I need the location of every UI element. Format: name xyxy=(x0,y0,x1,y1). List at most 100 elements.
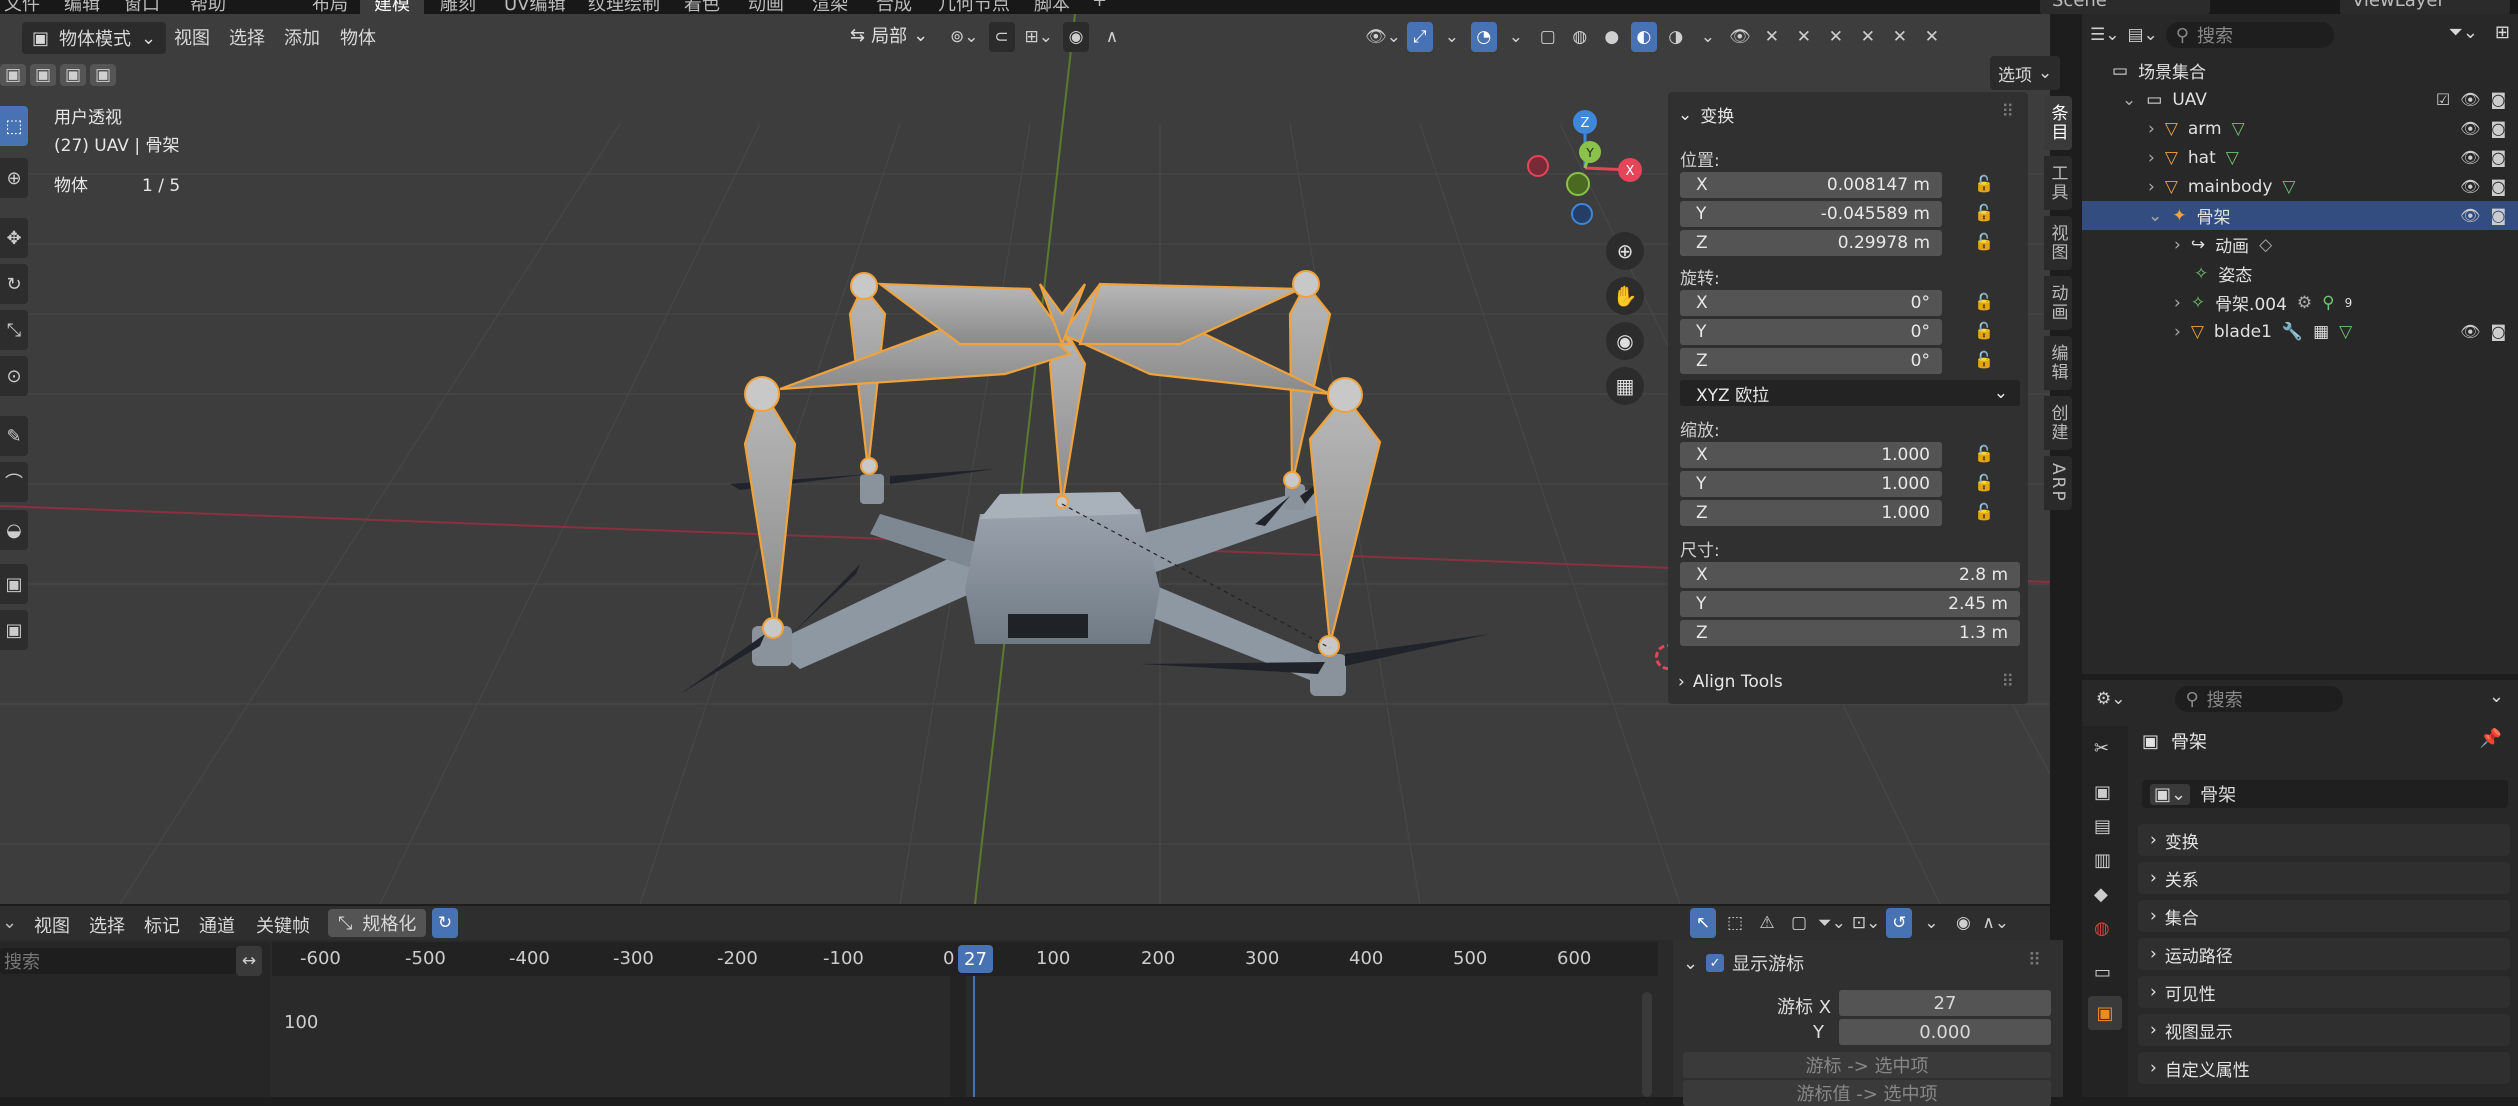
rendered-shading-icon[interactable]: ◑ xyxy=(1663,22,1689,52)
auto-normalize-icon[interactable]: ↻ xyxy=(432,908,458,938)
show-cursor-header[interactable]: ⌄ ✓ 显示游标 xyxy=(1683,950,1804,976)
tab-animation[interactable]: 动画 xyxy=(748,0,784,14)
tab-modeling[interactable]: 建模 xyxy=(360,0,424,14)
render-tab-icon[interactable]: ▣ xyxy=(2094,782,2111,803)
section-visibility[interactable]: › 可见性 xyxy=(2138,976,2510,1008)
align-tools-header[interactable]: › Align Tools xyxy=(1678,672,1783,692)
menu-key[interactable]: 关键帧 xyxy=(242,912,324,938)
proportional-edit-icon[interactable]: ◉ xyxy=(1063,22,1089,52)
chevron-down-icon[interactable]: ⌄ xyxy=(2,912,17,933)
measure-tool[interactable]: ⌒ xyxy=(0,462,28,502)
location-x-field[interactable]: X 0.008147 m xyxy=(1680,172,1942,198)
view-layer-tab-icon[interactable]: ▥ xyxy=(2094,850,2111,871)
proportional-edit-icon[interactable]: ◉ xyxy=(1950,908,1976,938)
transform-section-header[interactable]: ⌄ 变换 xyxy=(1678,102,1734,128)
overlay-menu-icon[interactable]: ⌄ xyxy=(1503,22,1529,52)
output-tab-icon[interactable]: ▤ xyxy=(2094,816,2111,837)
tab-item[interactable]: 条目 xyxy=(2044,96,2072,150)
eye-icon[interactable]: 👁 xyxy=(2460,206,2480,225)
properties-search-input[interactable]: ⚲ 搜索 xyxy=(2175,686,2344,712)
lock-icon[interactable]: 🔓 xyxy=(1974,444,1994,463)
tab-shading[interactable]: 着色 xyxy=(684,0,720,14)
location-y-field[interactable]: Y -0.045589 m xyxy=(1680,201,1942,227)
menu-help[interactable]: 帮助 xyxy=(190,0,226,14)
outliner-item-uav[interactable]: ⌄ ▭ UAV ☑ 👁 ◙ xyxy=(2082,85,2518,114)
rotate-tool[interactable]: ↻ xyxy=(0,264,28,304)
tab-rendering[interactable]: 渲染 xyxy=(812,0,848,14)
select-box-tool[interactable]: ⬚ xyxy=(0,106,28,146)
hide-icon[interactable]: ✕ xyxy=(1919,22,1945,52)
lock-icon[interactable]: 🔓 xyxy=(1974,473,1994,492)
shading-menu-icon[interactable]: ⌄ xyxy=(1695,22,1721,52)
overlay-toggle-icon[interactable]: ◔ xyxy=(1470,22,1497,52)
gizmo-toggle-icon[interactable]: ⤢ xyxy=(1406,22,1433,52)
checkbox-icon[interactable]: ☑ xyxy=(2436,90,2450,109)
ghost-curves-icon[interactable]: ▢ xyxy=(1786,908,1812,938)
eye-icon[interactable]: 👁 xyxy=(2460,90,2480,109)
drag-handle-icon[interactable]: ⠿ xyxy=(2028,950,2041,971)
dimensions-y-field[interactable]: Y 2.45 m xyxy=(1680,591,2020,617)
menu-object[interactable]: 物体 xyxy=(326,24,390,50)
section-motion-paths[interactable]: › 运动路径 xyxy=(2138,938,2510,970)
eye-icon[interactable]: 👁 xyxy=(2460,177,2480,196)
drag-handle-icon[interactable]: ⠿ xyxy=(2002,102,2014,122)
camera-icon[interactable]: ◙ xyxy=(2490,90,2506,109)
frame-ruler[interactable]: -600 -500 -400 -300 -200 -100 0 100 200 … xyxy=(272,942,1658,976)
falloff-icon[interactable]: ∧⌄ xyxy=(1982,908,2009,938)
tool-tab-icon[interactable]: ✂ xyxy=(2094,738,2109,759)
rotation-z-field[interactable]: Z 0° xyxy=(1680,348,1942,374)
transform-orientation[interactable]: ⇆ 局部 ⌄ xyxy=(850,22,928,48)
hide-icon[interactable]: ✕ xyxy=(1887,22,1913,52)
outliner-item-mainbody[interactable]: › ▽ mainbody ▽ 👁 ◙ xyxy=(2082,172,2518,201)
tab-sculpt[interactable]: 雕刻 xyxy=(440,0,476,14)
cursor-x-field[interactable]: 27 xyxy=(1839,990,2051,1016)
ortho-grid-icon[interactable]: ▦ xyxy=(1606,367,1644,405)
editor-type-icon[interactable]: ⚙⌄ xyxy=(2096,684,2125,714)
falloff-icon[interactable]: ∧ xyxy=(1099,22,1125,52)
scale-z-field[interactable]: Z 1.000 xyxy=(1680,500,1942,526)
lock-icon[interactable]: 🔓 xyxy=(1974,292,1994,311)
hide-icon[interactable]: ✕ xyxy=(1823,22,1849,52)
lock-icon[interactable]: 🔓 xyxy=(1974,174,1994,193)
menu-channel[interactable]: 通道 xyxy=(185,912,249,938)
tab-compositing[interactable]: 合成 xyxy=(876,0,912,14)
filter-icon[interactable]: ⏷⌄ xyxy=(1818,908,1846,938)
outliner-item-hat[interactable]: › ▽ hat ▽ 👁 ◙ xyxy=(2082,143,2518,172)
pan-hand-icon[interactable]: ✋ xyxy=(1606,277,1644,315)
menu-file[interactable]: 文件 xyxy=(4,0,40,14)
outliner-item-pose[interactable]: ✧ 姿态 xyxy=(2082,259,2518,288)
navigation-gizmo[interactable]: Z X Y xyxy=(1510,100,1660,240)
playhead-line[interactable] xyxy=(973,976,975,1097)
location-z-field[interactable]: Z 0.29978 m xyxy=(1680,230,1942,256)
cursor-y-field[interactable]: 0.000 xyxy=(1839,1019,2051,1045)
tab-texture-paint[interactable]: 纹理绘制 xyxy=(588,0,660,14)
outliner-search-input[interactable]: ⚲ 搜索 xyxy=(2165,22,2334,48)
scene-tab-icon[interactable]: ◆ xyxy=(2094,884,2108,905)
tab-view[interactable]: 视图 xyxy=(2044,216,2072,270)
material-shading-icon[interactable]: ◐ xyxy=(1630,22,1657,52)
outliner-root[interactable]: ▭ 场景集合 xyxy=(2082,56,2518,85)
rotation-y-field[interactable]: Y 0° xyxy=(1680,319,1942,345)
object-name-field[interactable]: ▣⌄ 骨架 xyxy=(2142,780,2508,808)
cursor-to-selected-button[interactable]: 游标 -> 选中项 xyxy=(1683,1052,2051,1078)
scale-y-field[interactable]: Y 1.000 xyxy=(1680,471,1942,497)
add-primitive-tool[interactable]: ▣ xyxy=(0,564,28,604)
camera-icon[interactable]: ◙ xyxy=(2490,177,2506,196)
rotation-x-field[interactable]: X 0° xyxy=(1680,290,1942,316)
tab-create[interactable]: 创建 xyxy=(2044,396,2072,450)
tab-arp[interactable]: ARP xyxy=(2044,456,2072,510)
snap-target-icon[interactable]: ⊞⌄ xyxy=(1025,22,1054,52)
tab-animation[interactable]: 动画 xyxy=(2044,276,2072,330)
tab-geometry-nodes[interactable]: 几何节点 xyxy=(938,0,1010,14)
section-collections[interactable]: › 集合 xyxy=(2138,900,2510,932)
only-selected-icon[interactable]: ↖ xyxy=(1690,908,1716,938)
outliner-item-blade1[interactable]: › ▽ blade1 🔧 ▦ ▽ 👁 ◙ xyxy=(2082,317,2518,346)
object-type-icon[interactable]: ▣⌄ xyxy=(2150,783,2191,805)
display-mode-icon[interactable]: ▤⌄ xyxy=(2127,20,2157,50)
chevron-down-icon[interactable]: ⌄ xyxy=(2489,686,2504,707)
scale-tool[interactable]: ⤡ xyxy=(0,310,28,350)
selection-mode-icon[interactable]: ▣ xyxy=(60,64,86,86)
checkbox-icon[interactable]: ✓ xyxy=(1706,954,1725,972)
gizmo-menu-icon[interactable]: ⌄ xyxy=(1439,22,1465,52)
normalize-toggle[interactable]: ⤡ 规格化 xyxy=(328,909,427,937)
